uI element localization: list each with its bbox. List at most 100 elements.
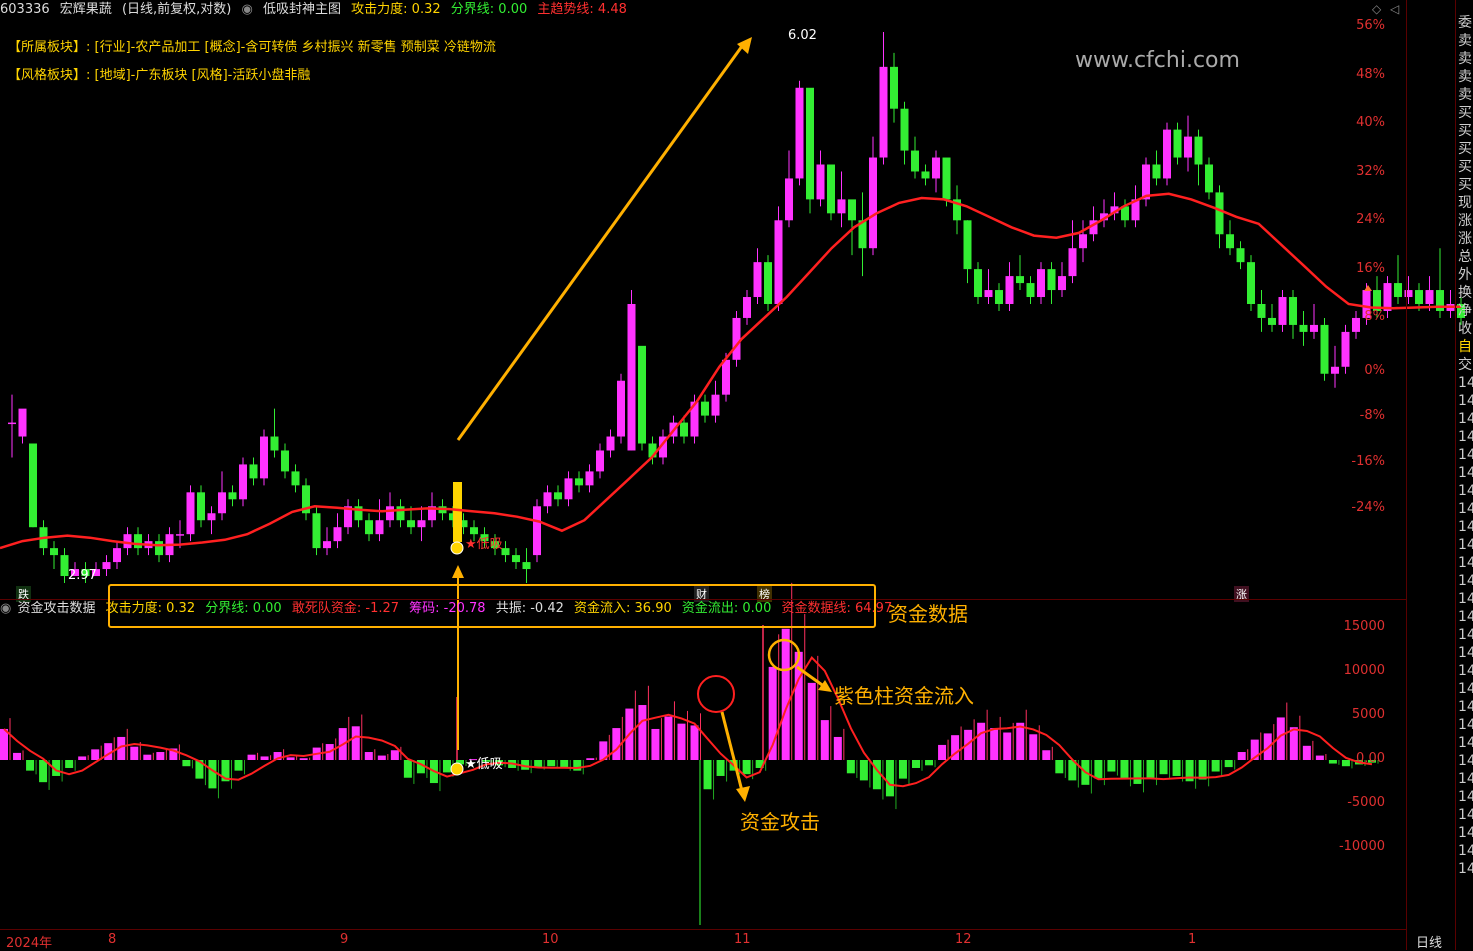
quote-panel-cell[interactable]: 14: [1458, 626, 1473, 644]
quote-panel-cell[interactable]: 14: [1458, 842, 1473, 860]
sub-toggle-icon[interactable]: ◉: [0, 601, 11, 616]
candle-body: [722, 359, 730, 395]
fund-bar: [573, 760, 582, 771]
period-button[interactable]: 日线: [1416, 932, 1442, 951]
fund-bar: [664, 716, 673, 760]
quote-panel-cell[interactable]: 交: [1458, 356, 1473, 374]
quote-panel-cell[interactable]: 14: [1458, 644, 1473, 662]
quote-panel-cell[interactable]: 涨: [1458, 230, 1473, 248]
quote-panel-cell[interactable]: 14: [1458, 482, 1473, 500]
candle-body: [564, 478, 573, 500]
quote-panel[interactable]: 委卖卖卖卖买买买买买现涨涨总外换净收自交 14 14 14 14 14 14 14 14 14 14…: [1458, 14, 1473, 878]
fund-bar: [1289, 727, 1298, 760]
quote-panel-cell[interactable]: 委: [1458, 14, 1473, 32]
sub-name[interactable]: 资金攻击数据: [17, 601, 95, 616]
quote-panel-cell[interactable]: 收: [1458, 320, 1473, 338]
quote-panel-cell[interactable]: 14: [1458, 698, 1473, 716]
quote-panel-cell[interactable]: 净: [1458, 302, 1473, 320]
quote-panel-cell[interactable]: 14: [1458, 770, 1473, 788]
quote-panel-cell[interactable]: 14: [1458, 716, 1473, 734]
candle-body: [900, 108, 909, 151]
quote-panel-cell[interactable]: 14: [1458, 554, 1473, 572]
candle-body: [837, 199, 846, 214]
quote-panel-cell[interactable]: 自: [1458, 338, 1473, 356]
quote-panel-cell[interactable]: 14: [1458, 734, 1473, 752]
candle-body: [1058, 276, 1066, 291]
fund-bar: [351, 726, 360, 760]
fund-bar: [1016, 722, 1025, 760]
fund-bar: [742, 760, 751, 775]
x-axis-tick: 8: [108, 932, 117, 947]
candle-body: [806, 87, 814, 200]
quote-panel-cell[interactable]: 现: [1458, 194, 1473, 212]
candle-body: [1341, 331, 1350, 367]
fund-bar: [846, 760, 855, 774]
quote-panel-cell[interactable]: 卖: [1458, 32, 1473, 50]
quote-panel-cell[interactable]: 14: [1458, 536, 1473, 554]
quote-panel-cell[interactable]: 卖: [1458, 50, 1473, 68]
fund-bar: [13, 752, 22, 760]
chart-canvas[interactable]: [0, 0, 1473, 950]
fund-bar: [1003, 732, 1012, 760]
fund-bar: [1133, 760, 1142, 784]
fund-bar: [442, 760, 451, 773]
price-axis-tick: 32%: [1356, 163, 1385, 179]
x-axis-tick: 2024年: [6, 936, 53, 951]
quote-panel-cell[interactable]: 14: [1458, 662, 1473, 680]
up-arrow-head: [452, 565, 464, 578]
quote-panel-cell[interactable]: 14: [1458, 806, 1473, 824]
quote-panel-cell[interactable]: 14: [1458, 680, 1473, 698]
fund-bar: [690, 725, 699, 760]
quote-panel-cell[interactable]: 14: [1458, 518, 1473, 536]
candle-body: [312, 513, 321, 549]
fund-bar: [807, 682, 816, 760]
candle-body: [291, 471, 300, 486]
fund-bar: [1159, 760, 1168, 775]
fund-bar: [390, 750, 399, 760]
candle-body: [260, 436, 268, 479]
quote-panel-cell[interactable]: 买: [1458, 176, 1473, 194]
quote-panel-cell[interactable]: 14: [1458, 446, 1473, 464]
quote-panel-cell[interactable]: 14: [1458, 590, 1473, 608]
quote-panel-cell[interactable]: 14: [1458, 788, 1473, 806]
quote-panel-cell[interactable]: 卖: [1458, 86, 1473, 104]
right-panel-border: [1455, 0, 1456, 950]
quote-panel-cell[interactable]: 14: [1458, 410, 1473, 428]
quote-panel-cell[interactable]: 外: [1458, 266, 1473, 284]
candle-body: [795, 87, 804, 179]
quote-panel-cell[interactable]: 买: [1458, 158, 1473, 176]
quote-panel-cell[interactable]: 卖: [1458, 68, 1473, 86]
quote-panel-cell[interactable]: 买: [1458, 122, 1473, 140]
quote-panel-cell[interactable]: 买: [1458, 140, 1473, 158]
fund-bar: [898, 760, 907, 779]
fund-bar: [1094, 760, 1103, 779]
quote-panel-cell[interactable]: 14: [1458, 500, 1473, 518]
candle-body: [606, 436, 615, 451]
quote-panel-cell[interactable]: 14: [1458, 572, 1473, 590]
fund-bar: [912, 760, 920, 768]
quote-panel-cell[interactable]: 14: [1458, 392, 1473, 410]
candle-body: [1289, 297, 1297, 325]
candle-body: [984, 290, 993, 298]
candle-body: [1226, 234, 1234, 249]
quote-panel-cell[interactable]: 14: [1458, 824, 1473, 842]
candle-body: [1268, 317, 1276, 325]
candle-body: [1205, 164, 1213, 193]
candle-body: [921, 171, 930, 179]
quote-panel-cell[interactable]: 换: [1458, 284, 1473, 302]
candle-body: [575, 478, 583, 486]
quote-panel-cell[interactable]: 14: [1458, 464, 1473, 482]
quote-panel-cell[interactable]: 买: [1458, 104, 1473, 122]
candle-body: [1394, 283, 1402, 298]
quote-panel-cell[interactable]: 14: [1458, 428, 1473, 446]
quote-panel-cell[interactable]: 14: [1458, 752, 1473, 770]
quote-panel-cell[interactable]: 14: [1458, 608, 1473, 626]
fund-bar: [208, 760, 217, 789]
candle-body: [249, 464, 258, 479]
quote-panel-cell[interactable]: 14: [1458, 860, 1473, 878]
quote-panel-cell[interactable]: 总: [1458, 248, 1473, 266]
quote-panel-cell[interactable]: 涨: [1458, 212, 1473, 230]
candle-body: [18, 408, 27, 437]
candle-body: [386, 506, 394, 521]
quote-panel-cell[interactable]: 14: [1458, 374, 1473, 392]
